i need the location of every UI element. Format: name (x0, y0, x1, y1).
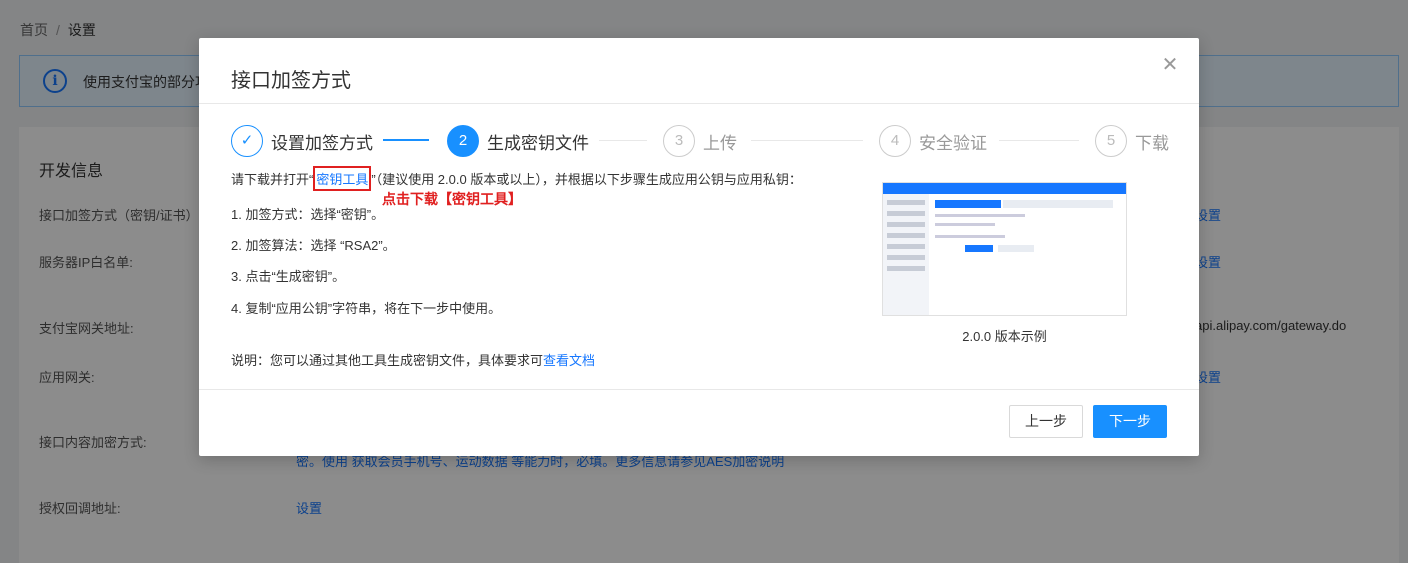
instruction-3: 3. 点击“生成密钥”。 (231, 269, 346, 284)
modal-footer: 上一步 下一步 (199, 389, 1199, 456)
sign-method-modal: 接口加签方式 ✕ ✓ 设置加签方式 2 生成密钥文件 3 上传 4 安全验证 5… (199, 38, 1199, 456)
step-connector-2 (599, 140, 647, 141)
step-connector-3 (751, 140, 863, 141)
step-2-number: 2 (447, 125, 479, 157)
note-text: 说明：您可以通过其他工具生成密钥文件，具体要求可查看文档 (231, 350, 595, 369)
step-3-number: 3 (663, 125, 695, 157)
step-connector-4 (999, 140, 1079, 141)
step-1-label: 设置加签方式 (271, 133, 373, 153)
keytool-link[interactable]: 密钥工具 (316, 172, 368, 187)
step-5-label: 下载 (1135, 133, 1169, 153)
steps: ✓ 设置加签方式 2 生成密钥文件 3 上传 4 安全验证 5 下载 (231, 124, 1171, 158)
step-4-label: 安全验证 (919, 133, 987, 153)
step-3-label: 上传 (703, 133, 737, 153)
modal-title: 接口加签方式 (231, 70, 351, 92)
keytool-screenshot-preview (882, 182, 1127, 316)
download-annotation: 点击下载【密钥工具】 (382, 191, 522, 207)
keytool-highlight-box: 密钥工具 (313, 166, 372, 191)
modal-header: 接口加签方式 ✕ (199, 38, 1199, 104)
check-icon: ✓ (231, 125, 263, 157)
intro-prefix: 请下载并打开“ (231, 172, 314, 187)
preview-caption: 2.0.0 版本示例 (962, 329, 1047, 344)
instruction-2: 2. 加签算法：选择 “RSA2”。 (231, 238, 396, 253)
step-connector-1 (383, 139, 429, 141)
instruction-4: 4. 复制“应用公钥”字符串，将在下一步中使用。 (231, 301, 502, 316)
next-step-button[interactable]: 下一步 (1093, 405, 1167, 438)
close-icon[interactable]: ✕ (1159, 54, 1181, 76)
view-docs-link[interactable]: 查看文档 (543, 353, 595, 368)
step-5: 5 下载 (1095, 124, 1169, 158)
intro-suffix: ”（建议使用 2.0.0 版本或以上），并根据以下步骤生成应用公钥与应用私钥： (371, 172, 802, 187)
note-prefix: 说明：您可以通过其他工具生成密钥文件，具体要求可 (231, 353, 544, 368)
step-5-number: 5 (1095, 125, 1127, 157)
step-1: ✓ 设置加签方式 (231, 124, 373, 158)
step-2: 2 生成密钥文件 (447, 124, 589, 158)
step-4-number: 4 (879, 125, 911, 157)
step-3: 3 上传 (663, 124, 737, 158)
step-4: 4 安全验证 (879, 124, 987, 158)
instruction-1: 1. 加签方式：选择“密钥”。 (231, 207, 385, 222)
prev-step-button[interactable]: 上一步 (1009, 405, 1083, 438)
intro-text: 请下载并打开“ 密钥工具 ”（建议使用 2.0.0 版本或以上），并根据以下步骤生成… (231, 166, 802, 191)
step-2-label: 生成密钥文件 (487, 133, 589, 153)
